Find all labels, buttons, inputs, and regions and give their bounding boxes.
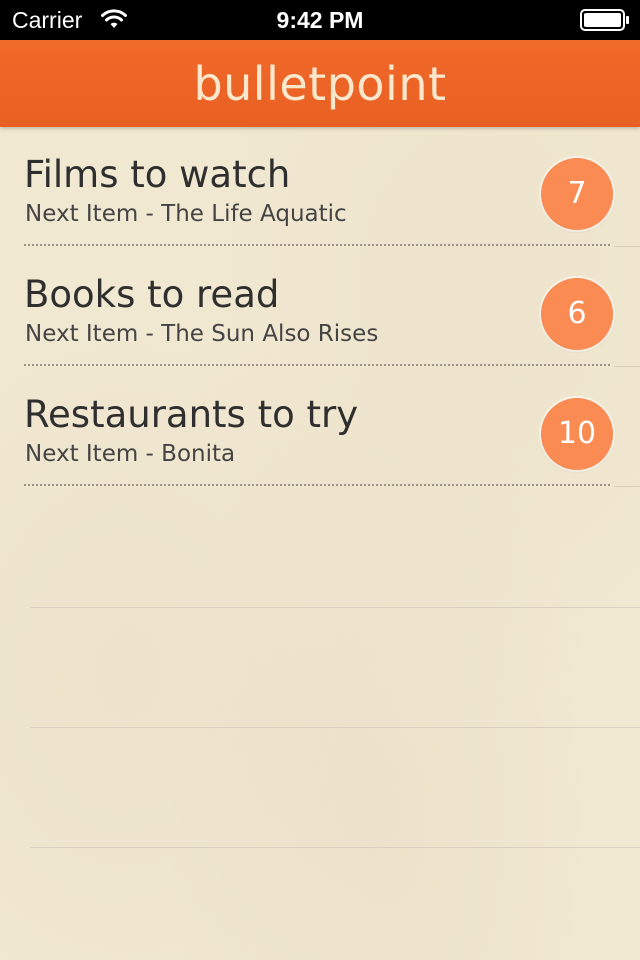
- list-item-films[interactable]: Films to watch Next Item - The Life Aqua…: [0, 127, 640, 247]
- list-next-item: Next Item - Bonita: [25, 441, 236, 467]
- dotted-divider: [24, 484, 610, 486]
- app-title: bulletpoint: [193, 57, 447, 111]
- count-value: 6: [567, 296, 587, 331]
- list-title: Books to read: [24, 273, 280, 316]
- empty-row-divider: [30, 727, 640, 728]
- battery-icon: [580, 9, 629, 31]
- list-title: Films to watch: [24, 153, 291, 196]
- dotted-divider: [24, 364, 610, 366]
- list-item-restaurants[interactable]: Restaurants to try Next Item - Bonita 10: [0, 367, 640, 487]
- row-divider: [614, 486, 640, 487]
- list-next-item: Next Item - The Sun Also Rises: [25, 321, 379, 347]
- count-value: 7: [567, 176, 587, 211]
- status-bar: Carrier 9:42 PM: [0, 0, 640, 40]
- list-title: Restaurants to try: [24, 393, 359, 436]
- navigation-bar: bulletpoint: [0, 40, 640, 127]
- clock: 9:42 PM: [276, 7, 364, 33]
- list-item-books[interactable]: Books to read Next Item - The Sun Also R…: [0, 247, 640, 367]
- count-badge: 6: [541, 278, 613, 350]
- count-value: 10: [557, 416, 597, 451]
- dotted-divider: [24, 244, 610, 246]
- empty-row-divider: [30, 847, 640, 848]
- count-badge: 7: [541, 158, 613, 230]
- empty-row-divider: [30, 607, 640, 608]
- count-badge: 10: [541, 398, 613, 470]
- list-next-item: Next Item - The Life Aquatic: [25, 201, 347, 227]
